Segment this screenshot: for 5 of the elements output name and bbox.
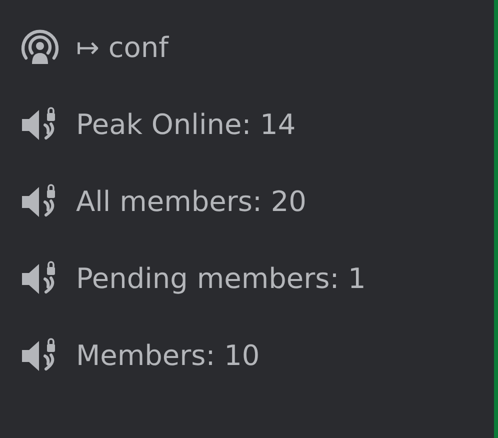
channel-name[interactable]: Members: 10 xyxy=(76,342,260,370)
channel-name[interactable]: ↦ conf xyxy=(76,34,168,62)
channel-name[interactable]: Peak Online: 14 xyxy=(76,111,296,139)
channel-name[interactable]: All members: 20 xyxy=(76,188,306,216)
channel-name[interactable]: Pending members: 1 xyxy=(76,265,366,293)
